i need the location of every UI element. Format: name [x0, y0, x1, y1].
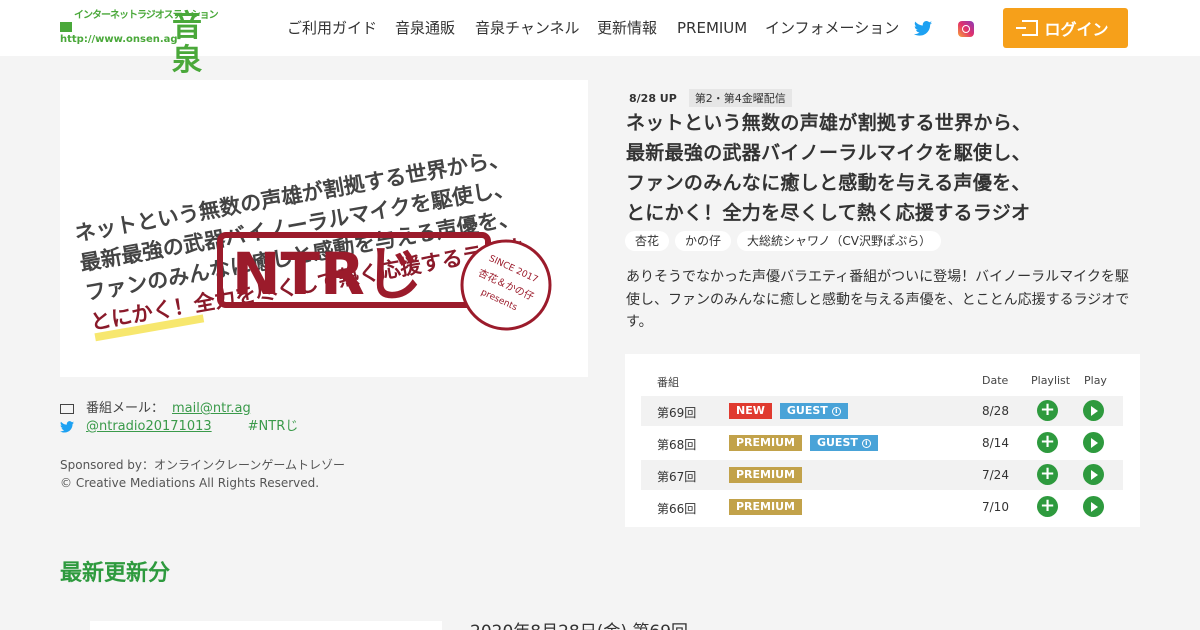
episode-date: 8/14 [982, 436, 1009, 450]
schedule-badge: 第2・第4金曜配信 [688, 89, 792, 107]
site-logo[interactable]: インターネットラジオステーション http://www.onsen.ag 音泉 [60, 10, 220, 78]
key-visual-art: ネットという無数の声雄が割拠する世界から、 最新最強の武器バイノーラルマイクを駆… [73, 146, 552, 342]
program-logo: NTRじ [232, 240, 423, 308]
premium-badge: PREMIUM [729, 499, 802, 515]
program-title: ネットという無数の声雄が割拠する世界から、 最新最強の武器バイノーラルマイクを駆… [626, 108, 1166, 228]
program-contact: 番組メール： mail@ntr.ag @ntradio20171013 #NTR… [60, 400, 298, 436]
hashtag-link[interactable]: #NTRじ [248, 418, 299, 436]
latest-section-title: 最新更新分 [60, 561, 171, 586]
episode-list: 番組 Date Playlist Play 第69回 NEW GUEST i 8/… [625, 354, 1140, 527]
episode-number: 第66回 [657, 502, 697, 516]
premium-badge: PREMIUM [729, 467, 802, 483]
twitter-icon[interactable] [914, 21, 932, 36]
play-button[interactable] [1083, 432, 1104, 453]
mail-label: 番組メール： [86, 401, 165, 416]
program-meta: 8/28 UP 第2・第4金曜配信 [629, 89, 792, 107]
sponsor-block: Sponsored by：オンラインクレーンゲームトレゾー © Creative… [60, 456, 345, 492]
add-to-playlist-button[interactable]: + [1037, 400, 1058, 421]
episode-row[interactable]: 第67回 PREMIUM 7/24 + [641, 460, 1123, 490]
col-header-play: Play [1084, 374, 1107, 387]
program-key-visual: ネットという無数の声雄が割拠する世界から、 最新最強の武器バイノーラルマイクを駆… [60, 80, 588, 377]
cast-chip[interactable]: 大総統シャワノ（CV沢野ぽぷら） [737, 231, 942, 251]
info-icon: i [861, 438, 871, 448]
login-label: ログイン [1044, 20, 1109, 39]
new-badge: NEW [729, 403, 772, 419]
nav-shop[interactable]: 音泉通販 [395, 19, 455, 37]
guest-badge[interactable]: GUEST i [779, 403, 848, 419]
latest-entry-title[interactable]: 2020年8月28日(金) 第69回 [470, 617, 688, 630]
title-line: ネットという無数の声雄が割拠する世界から、 [626, 112, 1032, 134]
episode-row[interactable]: 第68回 PREMIUM GUEST i 8/14 + [641, 428, 1123, 458]
cast-list: 杏花 かの仔 大総統シャワノ（CV沢野ぽぷら） [625, 231, 942, 251]
mail-link[interactable]: mail@ntr.ag [172, 400, 251, 418]
play-button[interactable] [1083, 496, 1104, 517]
episode-date: 7/24 [982, 468, 1009, 482]
episode-row[interactable]: 第66回 PREMIUM 7/10 + [641, 492, 1123, 522]
add-to-playlist-button[interactable]: + [1037, 464, 1058, 485]
play-button[interactable] [1083, 400, 1104, 421]
premium-badge: PREMIUM [729, 435, 802, 451]
mail-icon [60, 404, 74, 414]
title-line: とにかく！全力を尽くして熱く応援するラジオ [626, 202, 1031, 224]
twitter-link[interactable]: @ntradio20171013 [86, 418, 212, 436]
col-header-date: Date [982, 374, 1009, 387]
nav-guide[interactable]: ご利用ガイド [287, 19, 377, 37]
guest-badge[interactable]: GUEST i [809, 435, 878, 451]
cast-chip[interactable]: かの仔 [675, 231, 732, 251]
episode-date: 8/28 [982, 404, 1009, 418]
logo-badge [60, 22, 72, 32]
play-button[interactable] [1083, 464, 1104, 485]
info-icon: i [831, 406, 841, 416]
latest-thumbnail[interactable] [90, 621, 442, 630]
title-line: 最新最強の武器バイノーラルマイクを駆使し、 [626, 142, 1031, 164]
update-date: 8/28 UP [629, 91, 677, 105]
nav-premium[interactable]: PREMIUM [677, 19, 747, 37]
login-button[interactable]: ログイン [1003, 8, 1128, 48]
logo-url: http://www.onsen.ag [60, 34, 178, 45]
col-header-playlist: Playlist [1031, 374, 1071, 387]
add-to-playlist-button[interactable]: + [1037, 432, 1058, 453]
guest-badge-label: GUEST [816, 436, 858, 449]
col-header-program: 番組 [657, 376, 679, 389]
nav-information[interactable]: インフォメーション [765, 19, 899, 37]
episode-date: 7/10 [982, 500, 1009, 514]
copyright-text: © Creative Mediations All Rights Reserve… [60, 476, 320, 490]
instagram-icon[interactable] [958, 21, 974, 37]
sponsor-text: Sponsored by：オンラインクレーンゲームトレゾー [60, 458, 346, 472]
twitter-small-icon [60, 421, 74, 433]
nav-updates[interactable]: 更新情報 [597, 19, 657, 37]
logo-wordmark: 音泉 [172, 9, 202, 78]
episode-row[interactable]: 第69回 NEW GUEST i 8/28 + [641, 396, 1123, 426]
site-header: インターネットラジオステーション http://www.onsen.ag 音泉 … [0, 0, 1200, 78]
login-icon [1016, 20, 1039, 36]
cast-chip[interactable]: 杏花 [625, 231, 670, 251]
nav-channel[interactable]: 音泉チャンネル [475, 19, 580, 37]
episode-number: 第67回 [657, 470, 697, 484]
episode-number: 第68回 [657, 438, 697, 452]
add-to-playlist-button[interactable]: + [1037, 496, 1058, 517]
program-description: ありそうでなかった声優バラエティ番組がついに登場！バイノーラルマイクを駆使し、フ… [626, 269, 1130, 330]
episode-number: 第69回 [657, 406, 697, 420]
title-line: ファンのみんなに癒しと感動を与える声優を、 [626, 172, 1031, 194]
guest-badge-label: GUEST [786, 404, 828, 417]
